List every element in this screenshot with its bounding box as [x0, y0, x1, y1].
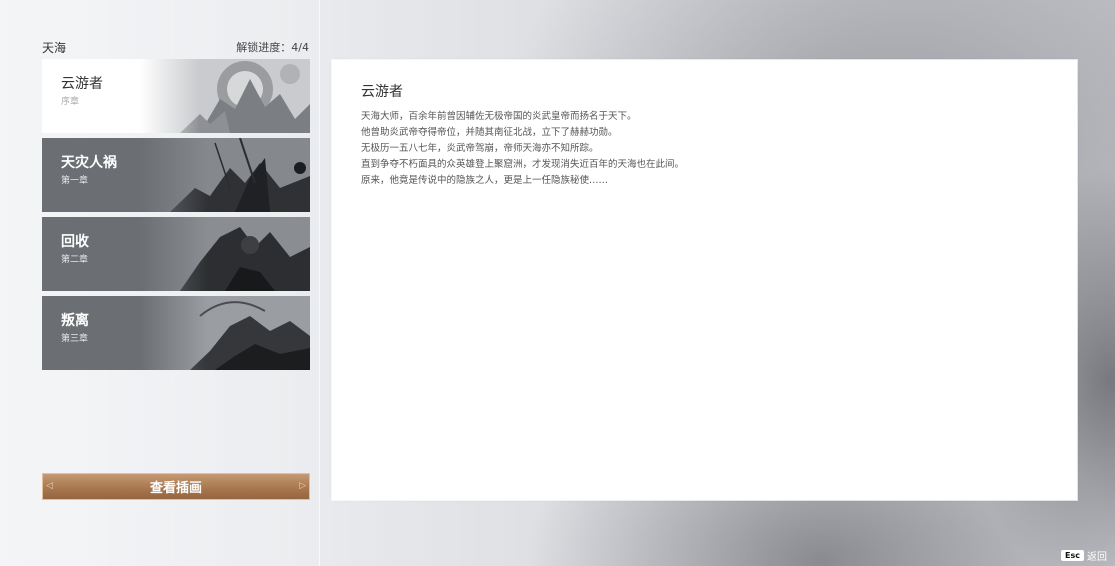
view-illustration-button[interactable]: ◁ 查看插画 ▷	[42, 473, 310, 500]
chevron-right-icon: ▷	[299, 481, 306, 491]
hero-name: 天海	[42, 41, 67, 55]
detail-line: 无极历一五八七年，炎武帝驾崩，帝师天海亦不知所踪。	[361, 143, 599, 154]
list-header: 天海 解锁进度：4/4	[42, 39, 309, 55]
chapter-item-chapter-3[interactable]: 叛离 第三章	[42, 296, 310, 370]
detail-title: 云游者	[361, 84, 403, 100]
detail-line: 原来，他竟是传说中的隐族之人，更是上一任隐族秘使……	[361, 175, 609, 186]
chapter-item-prologue[interactable]: 云游者 序章	[42, 59, 310, 133]
chapter-art-chapter-2	[140, 217, 310, 291]
chapter-title: 叛离	[61, 313, 89, 329]
chapter-subtitle: 第二章	[61, 255, 89, 265]
detail-line: 直到争夺不朽面具的众英雄登上聚窟洲，才发现消失近百年的天海也在此间。	[361, 159, 685, 170]
chapter-subtitle: 第一章	[61, 176, 89, 186]
chapter-art-chapter-3	[140, 296, 310, 370]
chevron-left-icon: ◁	[46, 481, 53, 491]
chapter-item-chapter-1[interactable]: 天灾人祸 第一章	[42, 138, 310, 212]
chapter-title: 天灾人祸	[61, 155, 117, 171]
esc-key-icon: Esc	[1061, 550, 1084, 561]
back-label: 返回	[1087, 552, 1107, 563]
chapter-item-chapter-2[interactable]: 回收 第二章	[42, 217, 310, 291]
chapter-title: 云游者	[61, 76, 103, 92]
chapter-detail-panel: 云游者 天海大师，百余年前曾因辅佐无极帝国的炎武皇帝而扬名于天下。 他曾助炎武帝…	[332, 60, 1077, 500]
unlock-progress: 解锁进度：4/4	[236, 41, 309, 54]
chapter-subtitle: 序章	[61, 97, 80, 107]
back-button[interactable]: Esc 返回	[1061, 548, 1107, 563]
chapter-title: 回收	[61, 234, 89, 250]
detail-text: 天海大师，百余年前曾因辅佐无极帝国的炎武皇帝而扬名于天下。 他曾助炎武帝夺得帝位…	[361, 109, 1041, 189]
detail-line: 他曾助炎武帝夺得帝位，并随其南征北战，立下了赫赫功勋。	[361, 127, 618, 138]
chapter-subtitle: 第三章	[61, 334, 89, 344]
detail-line: 天海大师，百余年前曾因辅佐无极帝国的炎武皇帝而扬名于天下。	[361, 111, 637, 122]
view-illustration-label: 查看插画	[149, 481, 202, 496]
chapter-art-prologue	[140, 59, 310, 133]
chapter-art-chapter-1	[140, 138, 310, 212]
